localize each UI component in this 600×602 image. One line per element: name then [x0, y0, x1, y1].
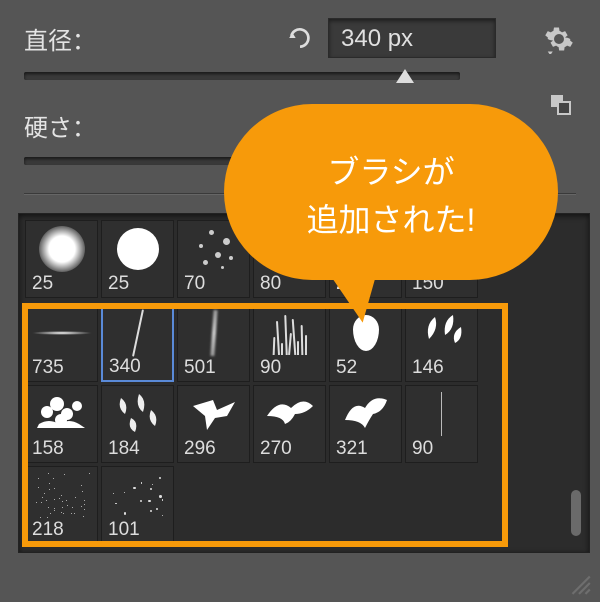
brush-preview: [104, 388, 171, 440]
brush-preset-bird-a[interactable]: 296: [177, 385, 250, 463]
brush-preset-scratch[interactable]: 80: [253, 220, 326, 298]
brush-preset-thin-line[interactable]: 90: [405, 385, 478, 463]
diameter-row: 直径： 340 px: [24, 18, 576, 58]
brush-preset-drop[interactable]: 52: [329, 304, 402, 382]
panel-menu-button[interactable]: [544, 24, 578, 58]
diameter-input[interactable]: 340 px: [328, 18, 496, 58]
brush-preview: [180, 223, 247, 275]
brush-preset-speckle[interactable]: 218: [25, 466, 98, 544]
brush-preview: [28, 469, 95, 521]
undo-icon: [287, 25, 313, 51]
new-preset-button[interactable]: [548, 92, 578, 122]
diameter-slider[interactable]: [24, 72, 460, 80]
brush-preset-soft-round[interactable]: 25: [25, 220, 98, 298]
brush-preview: [28, 223, 95, 275]
brush-scrollbar[interactable]: [569, 220, 583, 546]
brush-preview: [104, 469, 171, 521]
gear-icon: [544, 24, 574, 54]
brush-preset-thin-stroke[interactable]: 340: [101, 304, 174, 382]
hardness-row: 硬さ：: [24, 108, 576, 143]
brush-preset-leaves[interactable]: 146: [405, 304, 478, 382]
brush-size-label: 218: [32, 519, 64, 541]
brush-size-label: 321: [336, 438, 368, 460]
hardness-slider[interactable]: [24, 157, 460, 165]
panel-resize-handle[interactable]: [566, 570, 592, 596]
brush-size-label: 501: [184, 357, 216, 379]
brush-preview: [28, 307, 95, 359]
hardness-label: 硬さ：: [24, 108, 114, 143]
brush-preset-bird-b[interactable]: 270: [253, 385, 326, 463]
brush-preview: [28, 388, 95, 440]
brush-size-label: 25: [32, 273, 53, 295]
diameter-slider-thumb[interactable]: [396, 69, 414, 83]
brush-preview: [256, 223, 323, 275]
brush-preview: [332, 307, 399, 359]
brush-preset-sparkle[interactable]: 101: [101, 466, 174, 544]
brush-preset-hard-round[interactable]: 25: [101, 220, 174, 298]
brush-preset-scratch-tall[interactable]: 150: [405, 220, 478, 298]
brush-preset-falling-leaves[interactable]: 184: [101, 385, 174, 463]
brush-size-label: 25: [108, 273, 129, 295]
preset-icon: [548, 92, 572, 116]
brush-preview: [105, 308, 170, 358]
diameter-label: 直径：: [24, 21, 114, 56]
brush-presets-area: 25 25 70 80 250 150 735 340 501 90 52 14…: [18, 213, 590, 553]
brush-preset-scratch-wide[interactable]: 250: [329, 220, 402, 298]
brush-size-label: 296: [184, 438, 216, 460]
brush-preset-grass[interactable]: 90: [253, 304, 326, 382]
brush-preset-fuzzy-stroke[interactable]: 501: [177, 304, 250, 382]
brush-preview: [180, 307, 247, 359]
reset-diameter-button[interactable]: [282, 23, 318, 53]
brush-size-label: 270: [260, 438, 292, 460]
brush-preview: [256, 388, 323, 440]
brush-size-label: 101: [108, 519, 140, 541]
brush-picker-panel: { "diameter": { "label": "直径：", "value":…: [0, 0, 600, 602]
brush-size-label: 250: [336, 273, 368, 295]
brush-scrollbar-thumb[interactable]: [571, 490, 581, 536]
divider: [24, 193, 576, 195]
brush-preview: [180, 388, 247, 440]
brush-grid-added: 735 340 501 90 52 146 158 184 296 270 32…: [25, 304, 505, 544]
brush-size-label: 158: [32, 438, 64, 460]
brush-preview: [408, 388, 475, 440]
brush-size-label: 184: [108, 438, 140, 460]
brush-preview: [332, 388, 399, 440]
brush-preset-bird-c[interactable]: 321: [329, 385, 402, 463]
brush-preset-flowers[interactable]: 158: [25, 385, 98, 463]
brush-preview: [408, 223, 475, 275]
brush-preview: [256, 307, 323, 359]
brush-preview: [104, 223, 171, 275]
resize-icon: [566, 570, 592, 596]
brush-grid-default: 25 25 70 80 250 150: [25, 220, 505, 298]
brush-preset-flare[interactable]: 735: [25, 304, 98, 382]
brush-size-label: 90: [412, 438, 433, 460]
brush-preview: [332, 223, 399, 275]
brush-size-label: 90: [260, 357, 281, 379]
brush-size-label: 146: [412, 357, 444, 379]
brush-size-label: 340: [109, 356, 141, 378]
brush-size-label: 150: [412, 273, 444, 295]
brush-size-label: 80: [260, 273, 281, 295]
brush-size-label: 52: [336, 357, 357, 379]
brush-size-label: 70: [184, 273, 205, 295]
brush-preset-dots[interactable]: 70: [177, 220, 250, 298]
brush-preview: [408, 307, 475, 359]
brush-size-label: 735: [32, 357, 64, 379]
